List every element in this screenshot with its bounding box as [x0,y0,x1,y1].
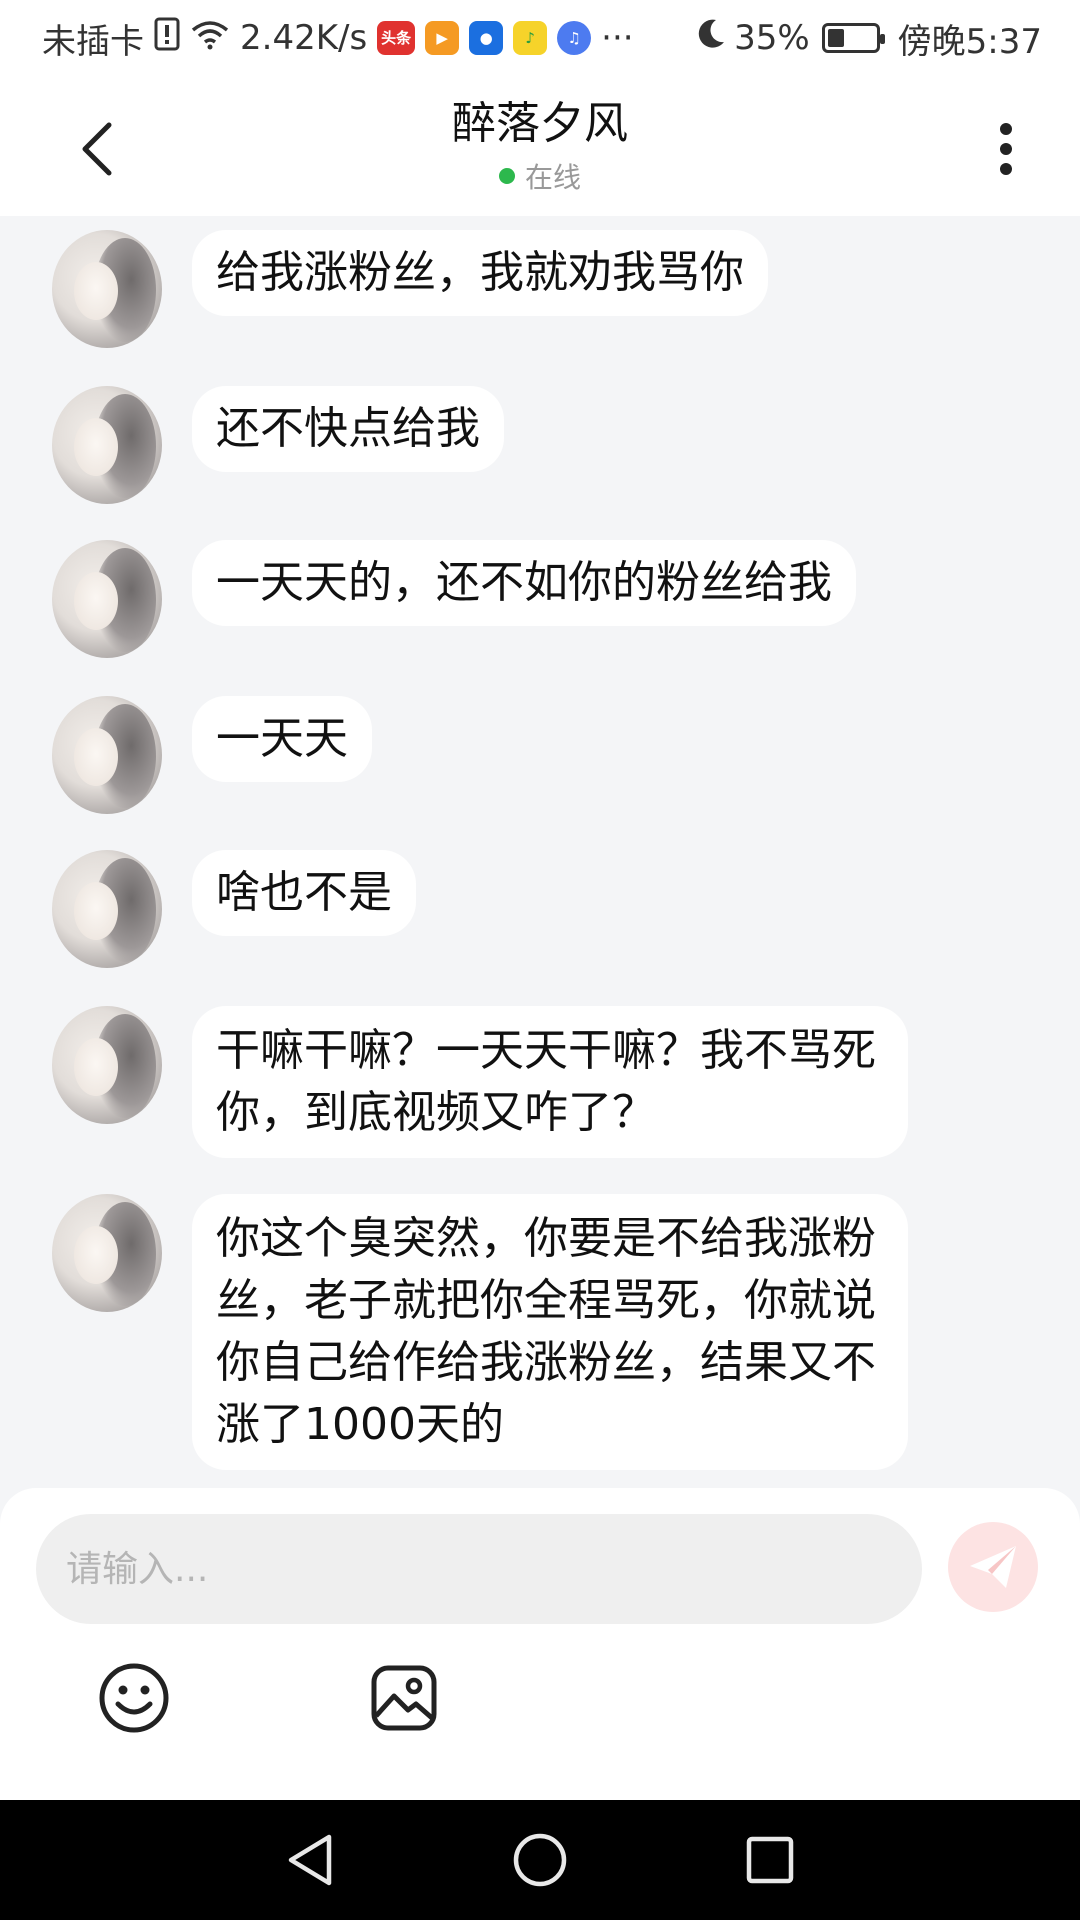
net-speed: 2.42K/s [240,18,368,58]
image-button[interactable] [364,1658,444,1738]
send-icon [970,1546,1016,1588]
message-row: 一天天的，还不如你的粉丝给我 [52,540,856,658]
battery-level [827,29,844,47]
message-row: 还不快点给我 [52,386,504,504]
clock: 傍晚5:37 [897,21,1042,62]
message-row: 一天天 [52,696,372,814]
chat-header: 醉落夕风 在线 [0,76,1080,216]
avatar[interactable] [52,1006,162,1124]
chevron-left-icon [82,122,112,176]
bulb-app-icon: ● [469,21,504,55]
avatar[interactable] [52,386,162,504]
battery-icon [821,23,885,53]
music-note-app-icon: ♫ [557,21,592,55]
avatar[interactable] [52,1194,162,1312]
message-row: 给我涨粉丝，我就劝我骂你 [52,230,768,348]
nav-back-button[interactable] [280,1830,340,1890]
presence-indicator: 在线 [452,156,628,196]
image-icon [371,1665,437,1731]
more-options-button[interactable] [976,114,1036,184]
message-row: 干嘛干嘛？一天天干嘛？我不骂死你，到底视频又咋了？ [52,1006,908,1158]
circle-home-icon [513,1833,567,1887]
square-recents-icon [746,1836,794,1884]
video-app-icon: ▶ [425,21,460,55]
avatar[interactable] [52,540,162,658]
composer-panel [0,1488,1080,1800]
status-bar: 未插卡 2.42K/s 头条 ▶ ● ♪ ♫ ··· 35% 傍晚5:37 [0,0,1080,76]
triangle-back-icon [288,1834,332,1886]
message-input[interactable] [36,1514,922,1624]
chat-title: 醉落夕风 [452,98,628,149]
message-row: 啥也不是 [52,850,416,968]
nav-recents-button[interactable] [740,1830,800,1890]
message-bubble[interactable]: 啥也不是 [192,850,416,936]
presence-text: 在线 [524,161,581,194]
message-bubble[interactable]: 你这个臭突然，你要是不给我涨粉丝，老子就把你全程骂死，你就说你自己给作给我涨粉丝… [192,1194,908,1470]
avatar[interactable] [52,230,162,348]
nav-home-button[interactable] [510,1830,570,1890]
send-button[interactable] [948,1522,1038,1612]
message-bubble[interactable]: 干嘛干嘛？一天天干嘛？我不骂死你，到底视频又咋了？ [192,1006,908,1158]
message-bubble[interactable]: 还不快点给我 [192,386,504,472]
toutiao-app-icon: 头条 [377,21,416,55]
music-app-icon: ♪ [513,21,548,55]
message-bubble[interactable]: 一天天 [192,696,372,782]
sim-alert-icon [154,17,180,60]
online-dot-icon [498,168,515,184]
system-nav-bar [0,1800,1080,1920]
moon-icon [696,18,726,59]
avatar[interactable] [52,696,162,814]
message-bubble[interactable]: 一天天的，还不如你的粉丝给我 [192,540,856,626]
carrier-label: 未插卡 [42,21,144,62]
message-bubble[interactable]: 给我涨粉丝，我就劝我骂你 [192,230,768,316]
title-block: 醉落夕风 在线 [452,96,628,196]
wifi-icon [190,18,230,59]
back-button[interactable] [62,114,132,184]
chat-screen: 未插卡 2.42K/s 头条 ▶ ● ♪ ♫ ··· 35% 傍晚5:37 醉落… [0,0,1080,1920]
battery-percent: 35% [734,18,810,58]
more-notifications-icon: ··· [601,18,634,58]
avatar[interactable] [52,850,162,968]
message-row: 你这个臭突然，你要是不给我涨粉丝，老子就把你全程骂死，你就说你自己给作给我涨粉丝… [52,1194,908,1470]
message-list[interactable]: 给我涨粉丝，我就劝我骂你 还不快点给我 一天天的，还不如你的粉丝给我 一天天 啥… [0,216,1080,1488]
emoji-button[interactable] [94,1658,174,1738]
vertical-dots-icon [1000,123,1012,175]
emoji-icon [99,1663,169,1733]
